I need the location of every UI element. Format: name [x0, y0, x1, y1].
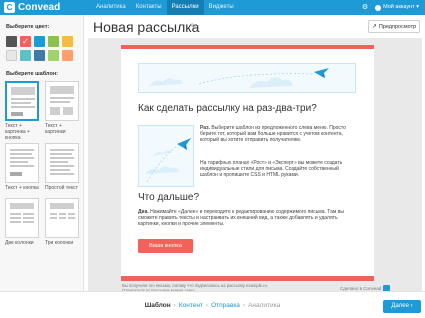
side-image[interactable]	[138, 125, 194, 187]
color-swatch[interactable]	[6, 50, 17, 61]
nav-item-contacts[interactable]: Контакты	[131, 0, 167, 15]
paper-plane-illustration	[149, 68, 329, 88]
step-two-text: Нажимайте «Далее» и переходите к редакти…	[138, 209, 344, 228]
email-subheading: Что дальше?	[138, 192, 200, 203]
account-label: Мой аккаунт ▾	[383, 4, 419, 10]
main-nav: Аналитика Контакты Рассылки Виджеты	[91, 0, 239, 15]
top-bar: C Convead Аналитика Контакты Рассылки Ви…	[0, 0, 425, 15]
nav-item-analytics[interactable]: Аналитика	[91, 0, 131, 15]
paragraph-plans: На тарифных планах «Рост» и «Эксперт» вы…	[200, 160, 343, 179]
logo-text: Convead	[18, 2, 61, 13]
paragraph-step-two: Два. Нажимайте «Далее» и переходите к ре…	[138, 209, 358, 228]
email-bottom-border	[121, 276, 374, 281]
sidebar: Выберите цвет: Выберите шаблон: Текст + …	[0, 15, 84, 291]
preview-button[interactable]: ↗ Предпросмотр	[368, 20, 420, 33]
template-label: Три колонки	[45, 240, 74, 246]
step-template[interactable]: Шаблон	[145, 302, 171, 309]
color-swatch[interactable]	[48, 36, 59, 47]
template-label: Текст + картинки	[45, 123, 66, 135]
step-separator: ›	[242, 302, 246, 309]
step-one-text: Выберите шаблон из предложенного слева м…	[200, 125, 346, 144]
user-icon	[375, 4, 382, 11]
color-swatch[interactable]	[20, 50, 31, 61]
top-right-controls: ⚙ Мой аккаунт ▾	[362, 0, 419, 15]
preview-button-label: Предпросмотр	[378, 23, 417, 30]
template-thumbnail	[5, 81, 39, 121]
email-preview[interactable]: Как сделать рассылку на раз-два-три? Раз…	[121, 45, 374, 278]
color-swatch[interactable]	[34, 50, 45, 61]
logo[interactable]: C Convead	[4, 1, 60, 14]
gear-icon[interactable]: ⚙	[362, 0, 368, 15]
template-plain-text[interactable]: Простой текст	[45, 143, 79, 191]
nav-item-mailings[interactable]: Рассылки	[166, 0, 204, 15]
template-text-button[interactable]: Текст + кнопка	[5, 143, 39, 191]
template-thumbnail	[5, 143, 39, 183]
pencil-icon[interactable]: ✎	[190, 22, 197, 31]
color-swatch[interactable]	[34, 36, 45, 47]
template-three-columns[interactable]: Три колонки	[45, 198, 79, 246]
template-thumbnail	[45, 143, 79, 183]
paper-plane-small-illustration	[145, 138, 191, 183]
step-analytics: Аналитика	[248, 302, 281, 309]
template-text-images[interactable]: Текст + картинки	[45, 81, 79, 135]
color-swatch[interactable]	[62, 50, 73, 61]
template-label: Простой текст	[45, 185, 78, 191]
template-thumbnail	[5, 198, 39, 238]
color-swatch[interactable]	[6, 36, 17, 47]
template-text-image-button[interactable]: Текст + картинка + кнопка	[5, 81, 39, 141]
color-swatch[interactable]	[48, 50, 59, 61]
color-swatch[interactable]	[20, 36, 31, 47]
template-label: Текст + картинка + кнопка	[5, 123, 30, 141]
color-swatch[interactable]	[62, 36, 73, 47]
logo-mark-icon: C	[4, 2, 15, 13]
template-thumbnail	[45, 198, 79, 238]
hero-image-banner[interactable]	[138, 63, 356, 93]
color-section-title: Выберите цвет:	[6, 24, 50, 30]
external-link-icon: ↗	[371, 24, 377, 30]
paragraph-step-one: Раз. Выберите шаблон из предложенного сл…	[200, 125, 358, 144]
template-section-title: Выберите шаблон:	[6, 71, 58, 77]
email-cta-button[interactable]: Ваша кнопка	[138, 239, 193, 253]
step-sending[interactable]: Отправка	[211, 302, 240, 309]
template-thumbnail	[45, 81, 79, 121]
account-menu[interactable]: Мой аккаунт ▾	[375, 0, 419, 15]
next-button[interactable]: Далее ›	[383, 300, 421, 313]
wizard-steps: Шаблон › Контент › Отправка › Аналитика	[0, 301, 425, 310]
step-content[interactable]: Контент	[179, 302, 203, 309]
color-swatches	[6, 36, 82, 61]
email-heading: Как сделать рассылку на раз-два-три?	[138, 103, 317, 114]
step-separator: ›	[173, 302, 176, 309]
page-title[interactable]: Новая рассылка	[93, 18, 199, 36]
template-label: Текст + кнопка	[5, 185, 39, 191]
template-label: Две колонки	[5, 240, 34, 246]
bottom-bar: Шаблон › Контент › Отправка › Аналитика	[0, 291, 425, 318]
template-two-columns[interactable]: Две колонки	[5, 198, 39, 246]
step-separator: ›	[205, 302, 209, 309]
nav-item-widgets[interactable]: Виджеты	[204, 0, 239, 15]
